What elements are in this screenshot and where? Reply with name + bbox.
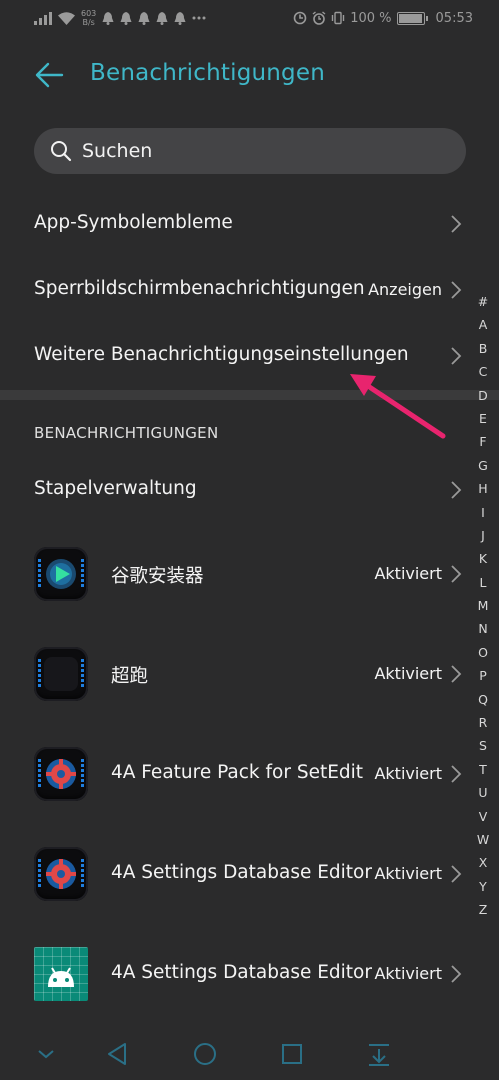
chevron-right-icon <box>451 965 462 983</box>
notification-bell-icon <box>156 11 168 25</box>
status-left: 603 B/s <box>34 8 206 28</box>
back-arrow-icon <box>35 62 64 88</box>
alphabet-index-letter[interactable]: I <box>481 501 485 524</box>
vibrate-icon <box>331 11 345 25</box>
app-row[interactable]: 谷歌安装器 Aktiviert <box>0 524 470 624</box>
app-name: 4A Settings Database Editor <box>111 862 372 883</box>
hide-nav-icon[interactable] <box>32 1040 60 1068</box>
gear-app-icon <box>34 747 88 801</box>
app-name: 4A Feature Pack for SetEdit <box>111 762 364 783</box>
dark-app-icon <box>34 647 88 701</box>
alphabet-index-letter[interactable]: L <box>480 571 487 594</box>
alphabet-index-letter[interactable]: U <box>478 781 487 804</box>
android-icon <box>34 947 88 1001</box>
alphabet-index-letter[interactable]: P <box>479 664 487 687</box>
alphabet-index-letter[interactable]: K <box>479 547 487 570</box>
battery-percent: 100 % <box>350 10 392 26</box>
alphabet-index-letter[interactable]: J <box>481 524 485 547</box>
recents-nav-icon[interactable] <box>278 1040 306 1068</box>
search-input[interactable] <box>82 138 442 164</box>
google-installer-icon <box>34 547 88 601</box>
alphabet-index-letter[interactable]: V <box>479 805 488 828</box>
alphabet-index-letter[interactable]: B <box>479 337 488 360</box>
status-right: 100 % 05:53 <box>293 8 473 28</box>
alphabet-index-letter[interactable]: H <box>478 477 487 500</box>
alphabet-index-letter[interactable]: E <box>479 407 487 430</box>
network-speed: 603 B/s <box>81 9 97 27</box>
chevron-right-icon <box>451 765 462 783</box>
gear-app-icon <box>34 847 88 901</box>
alarm-icon <box>312 11 326 25</box>
app-name: 超跑 <box>111 666 149 687</box>
app-name: 4A Settings Database Editor <box>111 962 372 983</box>
notification-bell-icon <box>138 11 150 25</box>
more-notifications-icon <box>192 16 206 20</box>
app-status: Aktiviert <box>374 864 442 883</box>
chevron-right-icon <box>451 215 462 233</box>
setting-app-badges[interactable]: App-Symbolembleme <box>0 200 470 248</box>
notification-pull-icon[interactable] <box>365 1040 393 1068</box>
battery-fill <box>398 13 422 23</box>
app-status: Aktiviert <box>374 664 442 683</box>
alphabet-index-letter[interactable]: R <box>479 711 488 734</box>
battery-icon <box>396 11 428 25</box>
batch-management[interactable]: Stapelverwaltung <box>0 466 470 514</box>
app-status: Aktiviert <box>374 764 442 783</box>
notification-bell-icon <box>120 11 132 25</box>
alphabet-index-letter[interactable]: Q <box>478 688 488 711</box>
search-bar[interactable] <box>34 128 466 174</box>
batch-management-label: Stapelverwaltung <box>34 478 197 499</box>
clock: 05:53 <box>435 10 473 26</box>
alphabet-index-letter[interactable]: S <box>479 734 487 757</box>
status-bar: 603 B/s 100 % 05:53 <box>0 0 499 36</box>
notification-bell-icon <box>174 11 186 25</box>
app-row[interactable]: 超跑 Aktiviert <box>0 624 470 724</box>
app-name: 谷歌安装器 <box>111 566 204 587</box>
section-header: BENACHRICHTIGUNGEN <box>34 424 219 442</box>
search-icon <box>51 141 72 162</box>
alphabet-index[interactable]: # A B C D E F G H I J K L M N O P Q R S T U V W X Y Z <box>474 290 492 922</box>
alphabet-index-letter[interactable]: W <box>477 828 489 851</box>
home-nav-icon[interactable] <box>191 1040 219 1068</box>
wifi-icon <box>58 11 75 25</box>
back-nav-icon[interactable] <box>104 1040 132 1068</box>
signal-icon <box>34 11 52 25</box>
alphabet-index-letter[interactable]: A <box>479 313 488 336</box>
chevron-right-icon <box>451 565 462 583</box>
alphabet-index-letter[interactable]: G <box>478 454 488 477</box>
alphabet-index-letter[interactable]: N <box>478 617 487 640</box>
navigation-bar <box>0 1028 499 1080</box>
alphabet-index-letter[interactable]: M <box>478 594 489 617</box>
alphabet-index-letter[interactable]: Y <box>479 875 487 898</box>
app-row[interactable]: 4A Feature Pack for SetEdit Aktiviert <box>0 724 470 824</box>
app-status: Aktiviert <box>374 564 442 583</box>
setting-value: Anzeigen <box>368 280 442 299</box>
setting-label: Sperrbildschirmbenachrichtigungen <box>34 278 365 299</box>
notification-bell-icon <box>102 11 114 25</box>
chevron-right-icon <box>451 865 462 883</box>
app-row[interactable]: 4A Settings Database Editor Aktiviert <box>0 824 470 924</box>
alphabet-index-letter[interactable]: Z <box>479 898 488 921</box>
page-title: Benachrichtigungen <box>90 60 325 86</box>
setting-lockscreen-notifications[interactable]: Sperrbildschirmbenachrichtigungen Anzeig… <box>0 266 470 314</box>
data-saver-icon <box>293 11 307 25</box>
alphabet-index-letter[interactable]: X <box>479 851 488 874</box>
alphabet-index-letter[interactable]: D <box>478 384 488 407</box>
alphabet-index-letter[interactable]: F <box>479 430 486 453</box>
alphabet-index-letter[interactable]: O <box>478 641 488 664</box>
chevron-right-icon <box>451 665 462 683</box>
header: Benachrichtigungen <box>0 50 499 100</box>
app-status: Aktiviert <box>374 964 442 983</box>
chevron-right-icon <box>451 481 462 499</box>
alphabet-index-letter[interactable]: # <box>478 290 488 313</box>
app-row[interactable]: 4A Settings Database Editor Aktiviert <box>0 924 470 1024</box>
alphabet-index-letter[interactable]: C <box>479 360 488 383</box>
setting-label: App-Symbolembleme <box>34 212 233 233</box>
alphabet-index-letter[interactable]: T <box>479 758 487 781</box>
chevron-right-icon <box>451 281 462 299</box>
annotation-arrow <box>350 374 446 439</box>
back-button[interactable] <box>34 60 64 90</box>
